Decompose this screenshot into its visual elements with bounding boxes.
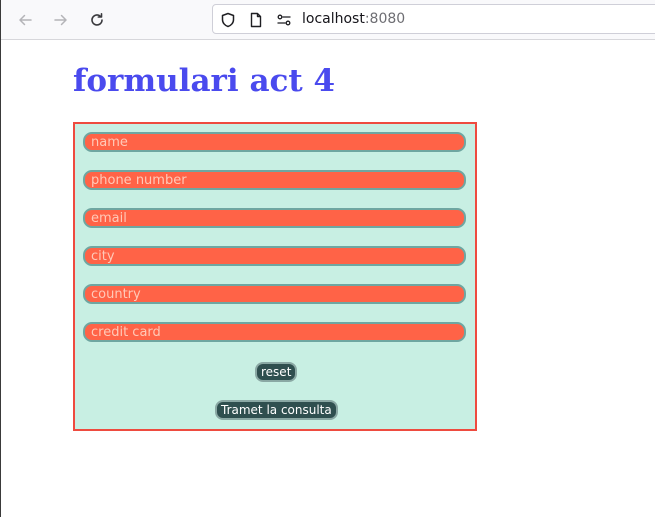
- forward-button[interactable]: [49, 8, 73, 32]
- url-text[interactable]: localhost:8080: [302, 11, 405, 28]
- window-edge: [0, 0, 1, 517]
- permissions-icon[interactable]: [275, 11, 293, 29]
- browser-toolbar: localhost:8080: [1, 0, 655, 40]
- name-field[interactable]: [83, 132, 466, 152]
- email-field[interactable]: [83, 208, 466, 228]
- back-button[interactable]: [13, 8, 37, 32]
- url-host: localhost: [302, 11, 365, 27]
- page-icon: [247, 11, 265, 29]
- reset-button[interactable]: reset: [255, 362, 298, 382]
- city-field[interactable]: [83, 246, 466, 266]
- forward-arrow-icon: [53, 12, 69, 28]
- credit-card-field[interactable]: [83, 322, 466, 342]
- address-bar[interactable]: localhost:8080: [212, 4, 655, 34]
- page-title: formulari act 4: [73, 63, 336, 99]
- url-port: :8080: [364, 11, 406, 27]
- reload-button[interactable]: [85, 8, 109, 32]
- submit-button[interactable]: Tramet la consulta: [215, 400, 338, 420]
- back-arrow-icon: [17, 12, 33, 28]
- country-field[interactable]: [83, 284, 466, 304]
- reload-icon: [89, 12, 105, 28]
- shield-icon[interactable]: [219, 11, 237, 29]
- contact-form: reset Tramet la consulta: [73, 122, 477, 431]
- phone-number-field[interactable]: [83, 170, 466, 190]
